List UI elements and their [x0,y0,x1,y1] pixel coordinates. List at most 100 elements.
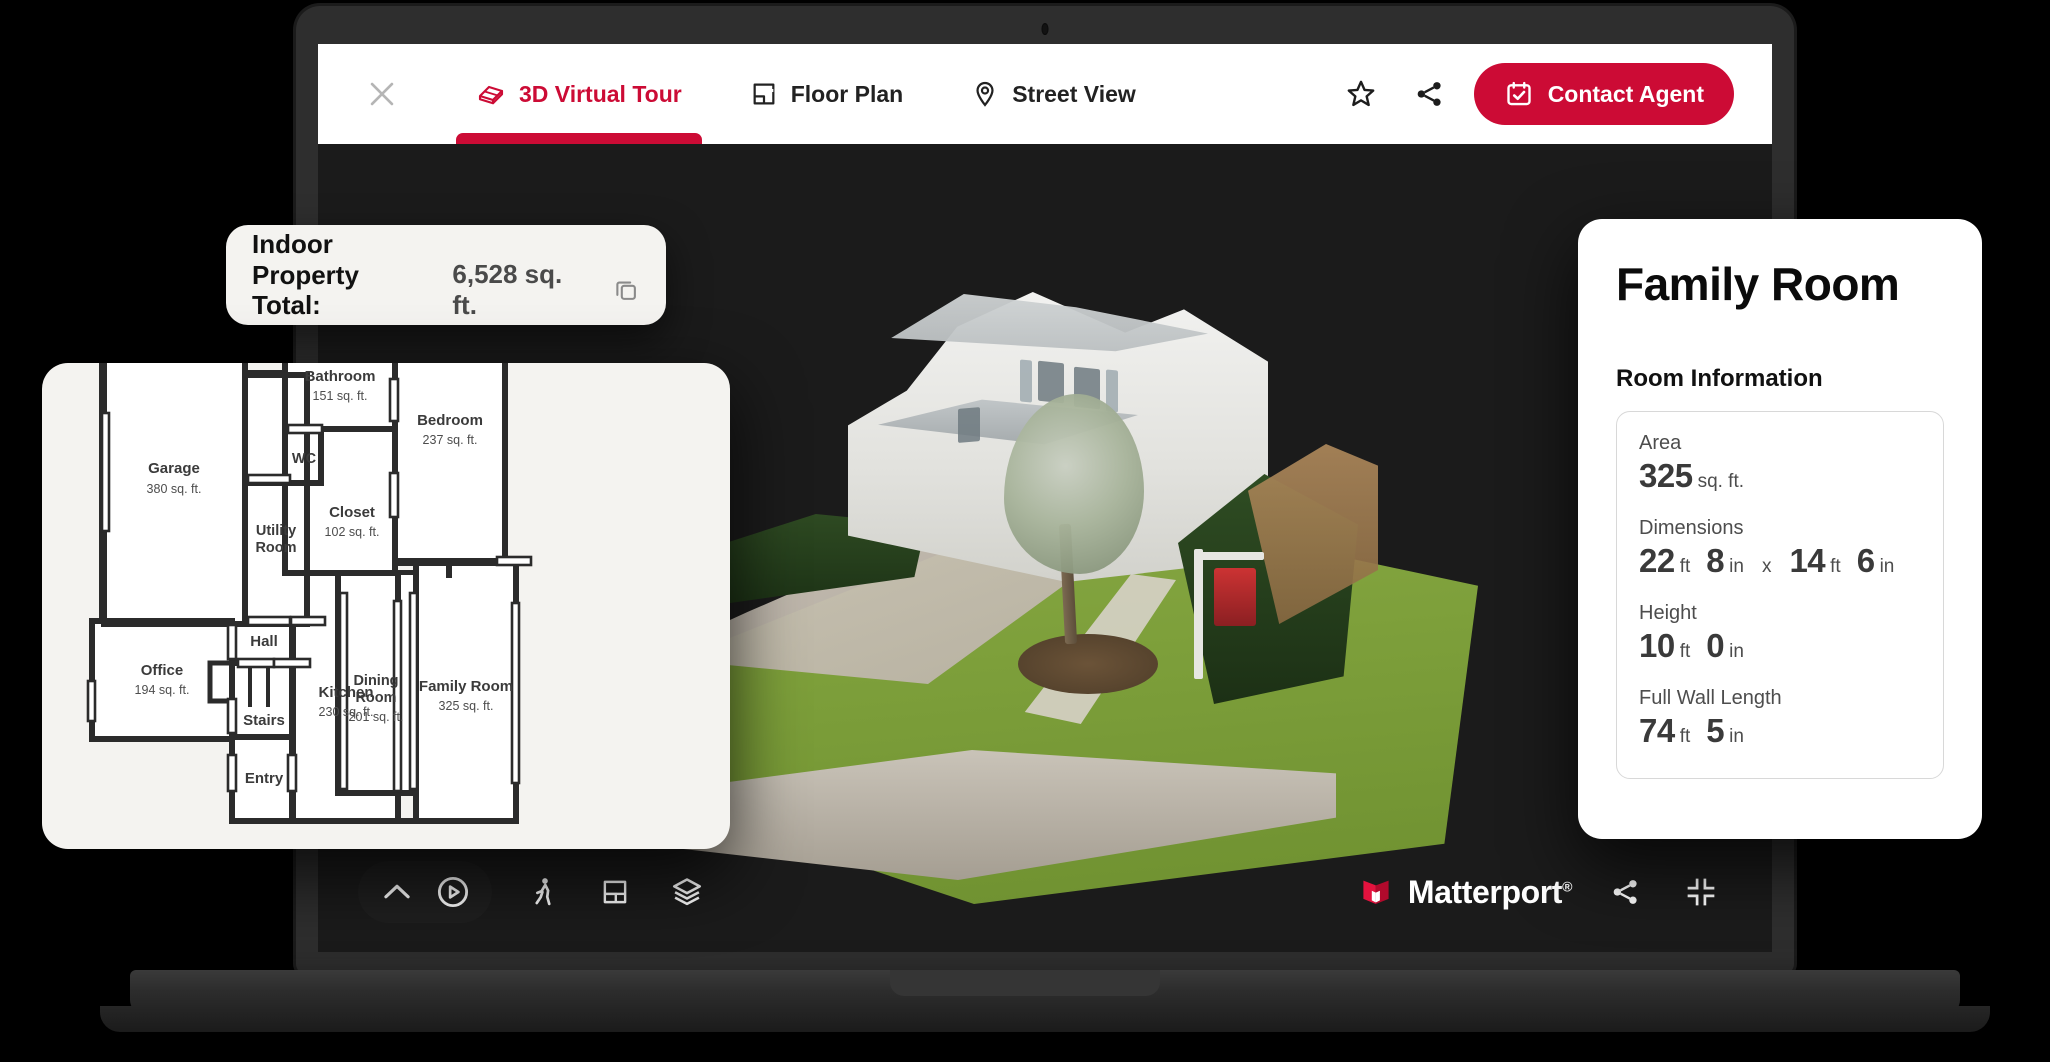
floor-plan-drawing: Garage 380 sq. ft. Bathroom 151 sq. ft. … [42,363,730,849]
dim-w-ft-unit: ft [1680,556,1691,578]
share-button[interactable] [1406,71,1452,117]
room-label-bedroom: Bedroom [417,412,483,429]
for-sale-signpost [1194,549,1203,679]
tab-floor-plan[interactable]: Floor Plan [720,44,933,144]
dim-h-in: 6 [1857,542,1875,580]
exit-fullscreen-button[interactable] [1678,869,1724,915]
matterport-wordmark: Matterport® [1408,874,1572,911]
room-label-hall: Hall [250,633,278,650]
cube-3d-icon [476,79,506,109]
tab-street-view[interactable]: Street View [941,44,1166,144]
indoor-property-total-card: Indoor Property Total: 6,528 sq. ft. [226,225,666,325]
field-value: 22 ft 8 in x 14 ft 6 in [1639,542,1921,580]
tab-label: Street View [1012,81,1136,108]
share-icon [1608,875,1642,909]
field-label: Area [1639,432,1921,455]
indoor-total-row: Property Total: 6,528 sq. ft. [252,259,640,321]
header-actions: Contact Agent [1338,63,1744,125]
floor-plan-card[interactable]: Garage 380 sq. ft. Bathroom 151 sq. ft. … [42,363,730,849]
room-area-closet: 102 sq. ft. [325,525,380,539]
share-icon [1412,77,1446,111]
dim-separator: x [1762,556,1772,578]
area-value: 325 [1639,457,1693,495]
close-button[interactable] [354,66,410,122]
for-sale-sign-arm [1194,552,1264,560]
laptop-bezel-top [296,6,1794,46]
house-window [958,407,980,443]
room-area-bathroom: 151 sq. ft. [313,389,368,403]
indoor-total-value: 6,528 sq. ft. [452,259,592,321]
close-icon [365,77,399,111]
field-value: 74 ft 5 in [1639,712,1921,750]
field-value: 10 ft 0 in [1639,627,1921,665]
room-information-heading: Room Information [1616,365,1944,393]
room-information-box: Area 325 sq. ft. Dimensions 22 ft 8 in x… [1616,411,1944,779]
room-label-closet: Closet [329,504,375,521]
wall-in: 5 [1706,712,1724,750]
height-ft-unit: ft [1680,641,1691,663]
viewer-share-button[interactable] [1602,869,1648,915]
height-ft: 10 [1639,627,1675,665]
room-label-office: Office [141,662,184,679]
webcam-icon [1042,23,1049,35]
field-label: Full Wall Length [1639,687,1921,710]
room-label-family-room: Family Room [419,678,513,695]
play-highlights-button[interactable] [430,869,476,915]
collapse-arrows-icon [1683,874,1719,910]
laptop-base-notch [890,970,1160,996]
calendar-check-icon [1504,79,1534,109]
contact-agent-label: Contact Agent [1548,81,1704,108]
walking-person-icon [526,875,560,909]
viewer-toolbar: Matterport® [318,832,1772,952]
field-area: Area 325 sq. ft. [1639,432,1921,495]
brand-and-actions: Matterport® [1358,869,1732,915]
indoor-total-line2: Property Total: [252,260,432,321]
tab-3d-virtual-tour[interactable]: 3D Virtual Tour [446,44,712,144]
room-area-family-room: 325 sq. ft. [439,699,494,713]
app-header: 3D Virtual Tour Floor Plan [318,44,1772,144]
field-value: 325 sq. ft. [1639,457,1921,495]
dim-w-in-unit: in [1729,556,1744,578]
field-label: Dimensions [1639,517,1921,540]
dim-h-ft: 14 [1789,542,1825,580]
layers-button[interactable] [664,869,710,915]
field-label: Height [1639,602,1921,625]
room-label-dining-1: Dining [353,673,398,689]
collapse-button[interactable] [374,869,420,915]
play-circle-icon [434,873,472,911]
floor-plan-icon [599,876,631,908]
wall-in-unit: in [1729,726,1744,748]
copy-total-button[interactable] [612,276,640,304]
layers-icon [670,875,704,909]
room-label-utility-1: Utility [256,523,296,539]
tab-label: Floor Plan [791,81,903,108]
room-label-bathroom: Bathroom [305,368,376,385]
matterport-logo[interactable]: Matterport® [1358,874,1572,911]
registered-mark: ® [1562,878,1572,894]
chevron-up-icon [378,873,416,911]
wall-ft-unit: ft [1680,726,1691,748]
room-area-bedroom: 237 sq. ft. [423,433,478,447]
walk-mode-button[interactable] [520,869,566,915]
dim-w-ft: 22 [1639,542,1675,580]
room-label-dining-2: Room [355,690,396,706]
room-label-stairs: Stairs [243,712,285,729]
favorite-button[interactable] [1338,71,1384,117]
area-unit: sq. ft. [1698,471,1744,493]
room-title: Family Room [1616,257,1944,311]
contact-agent-button[interactable]: Contact Agent [1474,63,1734,125]
dim-w-in: 8 [1706,542,1724,580]
playback-controls[interactable] [358,861,492,923]
room-label-utility-2: Room [255,540,296,556]
viewer-mode-icons [520,869,710,915]
indoor-total-line1: Indoor [252,229,640,260]
floorplan-mode-button[interactable] [592,869,638,915]
room-label-entry: Entry [245,770,284,787]
star-icon [1344,77,1378,111]
floor-plan-icon [750,80,778,108]
field-full-wall-length: Full Wall Length 74 ft 5 in [1639,687,1921,750]
dim-h-ft-unit: ft [1830,556,1841,578]
room-label-wc: WC [292,451,317,467]
copy-icon [612,276,640,304]
field-height: Height 10 ft 0 in [1639,602,1921,665]
